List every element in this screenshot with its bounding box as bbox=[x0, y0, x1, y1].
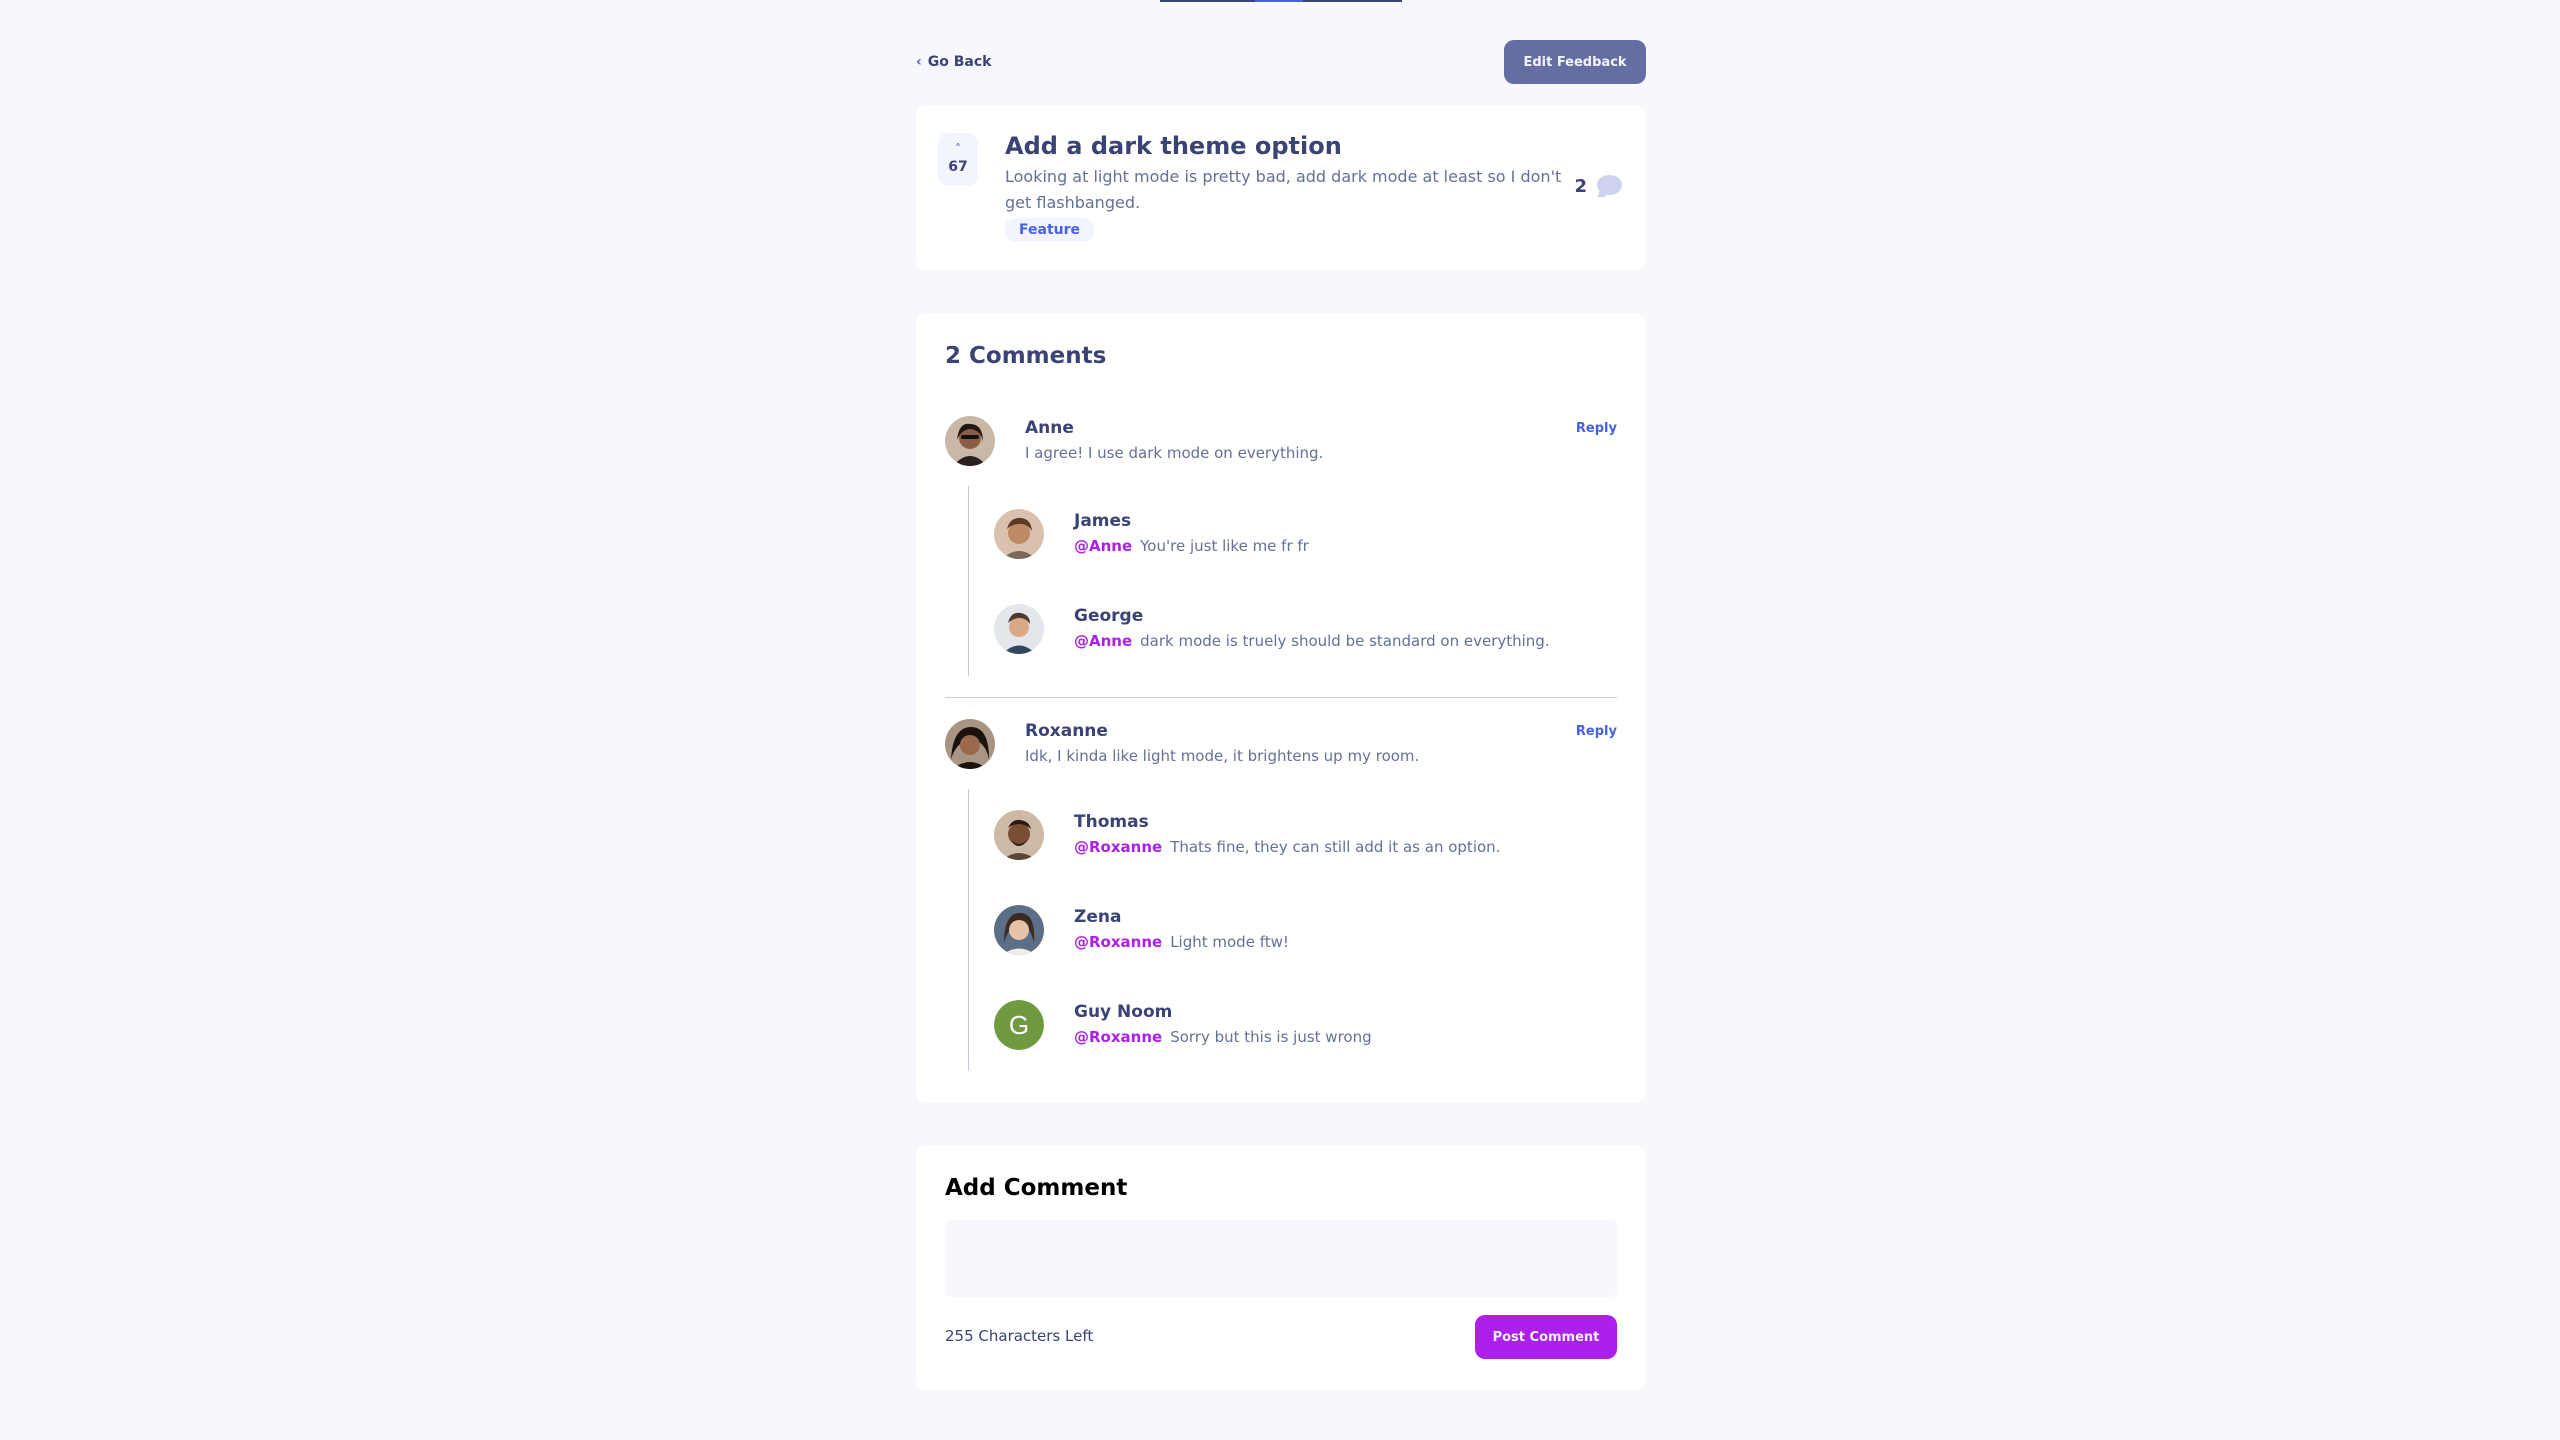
feedback-title: Add a dark theme option bbox=[1005, 132, 1342, 160]
upvote-count: 67 bbox=[948, 158, 968, 175]
reply-author-name: James bbox=[1074, 511, 1132, 531]
add-comment-heading: Add Comment bbox=[945, 1175, 1128, 1201]
comment-text: Idk, I kinda like light mode, it brighte… bbox=[1025, 747, 1420, 765]
comment-count: 2 bbox=[1574, 175, 1622, 197]
reply-text: @Roxanne Thats fine, they can still add i… bbox=[1074, 838, 1501, 856]
comments-section: 2 Comments Anne I agree! I use dark mode… bbox=[916, 313, 1646, 1103]
thread-line bbox=[968, 789, 969, 1071]
top-accent-line bbox=[1160, 0, 1402, 2]
comment-text: I agree! I use dark mode on everything. bbox=[1025, 444, 1324, 462]
comment-author-name: Roxanne bbox=[1025, 721, 1108, 741]
avatar: G bbox=[994, 1000, 1044, 1050]
chevron-up-icon: ˄ bbox=[955, 141, 961, 156]
characters-left: 255 Characters Left bbox=[945, 1327, 1094, 1345]
reply-text: @Anne dark mode is truely should be stand… bbox=[1074, 632, 1550, 650]
chevron-left-icon: ‹ bbox=[916, 54, 922, 70]
mention: @Roxanne bbox=[1074, 838, 1163, 856]
reply-text: @Anne You're just like me fr fr bbox=[1074, 537, 1309, 555]
avatar bbox=[994, 604, 1044, 654]
reply-author-name: Guy Noom bbox=[1074, 1002, 1173, 1022]
reply-text: @Roxanne Sorry but this is just wrong bbox=[1074, 1028, 1372, 1046]
upvote-button[interactable]: ˄ 67 bbox=[938, 133, 978, 186]
comments-heading: 2 Comments bbox=[945, 343, 1107, 369]
top-bar: ‹ Go Back Edit Feedback bbox=[916, 40, 1646, 85]
reply-author-name: George bbox=[1074, 606, 1144, 626]
avatar bbox=[945, 719, 995, 769]
reply-button[interactable]: Reply bbox=[1576, 421, 1617, 436]
reply-author-name: Zena bbox=[1074, 907, 1122, 927]
mention: @Roxanne bbox=[1074, 1028, 1163, 1046]
comment-bubble-icon bbox=[1597, 175, 1622, 197]
thread-divider bbox=[945, 697, 1617, 698]
avatar bbox=[994, 810, 1044, 860]
feedback-card: ˄ 67 Add a dark theme option Looking at … bbox=[916, 105, 1646, 270]
reply-author-name: Thomas bbox=[1074, 812, 1149, 832]
avatar bbox=[994, 509, 1044, 559]
mention: @Anne bbox=[1074, 632, 1133, 650]
comment-count-number: 2 bbox=[1574, 175, 1587, 197]
thread-line bbox=[968, 486, 969, 676]
letter-avatar: G bbox=[994, 1000, 1044, 1050]
edit-feedback-button[interactable]: Edit Feedback bbox=[1504, 40, 1646, 84]
reply-button[interactable]: Reply bbox=[1576, 724, 1617, 739]
add-comment-card: Add Comment 255 Characters Left Post Com… bbox=[916, 1145, 1646, 1390]
go-back-label: Go Back bbox=[927, 54, 992, 70]
feedback-description: Looking at light mode is pretty bad, add… bbox=[1005, 167, 1562, 212]
post-comment-button[interactable]: Post Comment bbox=[1475, 1315, 1617, 1359]
comment-input[interactable] bbox=[945, 1220, 1617, 1297]
category-tag: Feature bbox=[1005, 218, 1094, 242]
reply-text: @Roxanne Light mode ftw! bbox=[1074, 933, 1289, 951]
comment-author-name: Anne bbox=[1025, 418, 1074, 438]
mention: @Anne bbox=[1074, 537, 1133, 555]
avatar bbox=[945, 416, 995, 466]
go-back-link[interactable]: ‹ Go Back bbox=[916, 54, 992, 70]
mention: @Roxanne bbox=[1074, 933, 1163, 951]
avatar bbox=[994, 905, 1044, 955]
